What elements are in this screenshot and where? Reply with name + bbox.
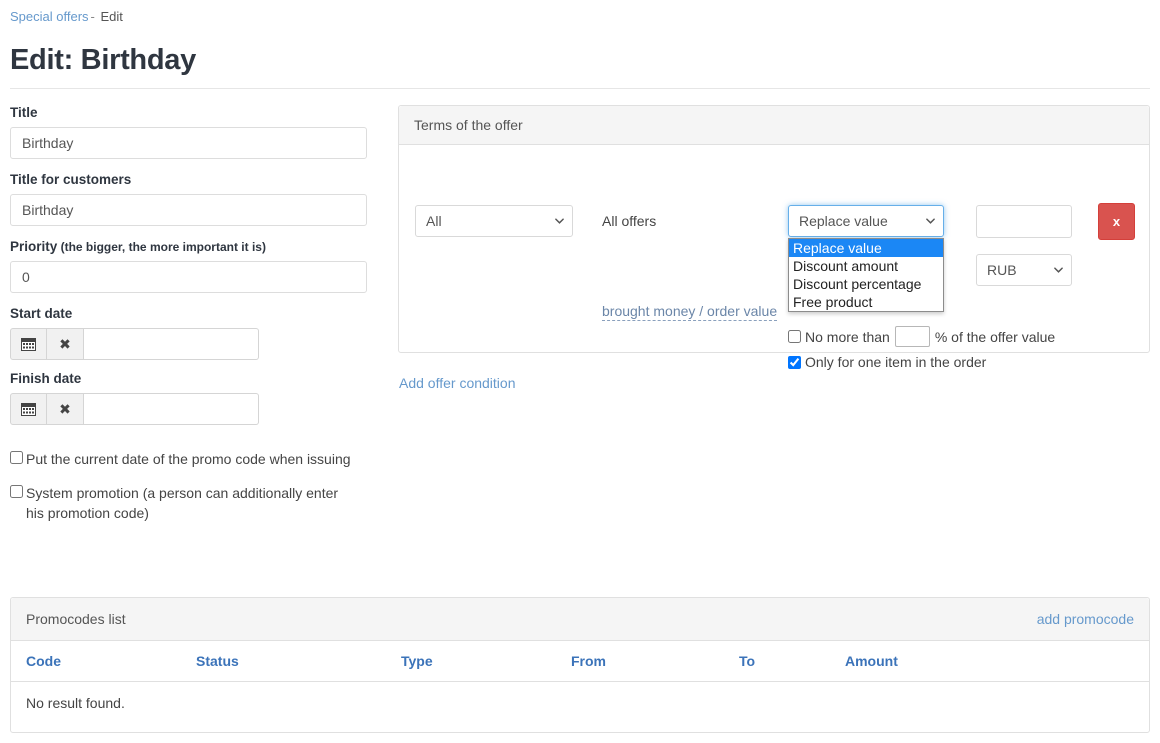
column-header-from[interactable]: From bbox=[571, 641, 739, 682]
scope-select-wrap: All bbox=[415, 205, 573, 237]
field-start-date: Start date ✖ bbox=[10, 306, 370, 360]
column-header-amount[interactable]: Amount bbox=[845, 641, 1045, 682]
priority-hint: (the bigger, the more important it is) bbox=[57, 240, 266, 254]
currency-select[interactable]: RUB bbox=[976, 254, 1072, 286]
offer-value-input[interactable] bbox=[976, 205, 1072, 238]
column-header-actions bbox=[1045, 641, 1149, 682]
start-date-input[interactable] bbox=[84, 328, 259, 360]
priority-input[interactable] bbox=[10, 261, 367, 293]
terms-of-offer-panel: Terms of the offer All All offers brough… bbox=[398, 105, 1150, 370]
breadcrumb-current: Edit bbox=[100, 9, 123, 24]
title-label: Title bbox=[10, 105, 38, 120]
current-date-checkbox[interactable] bbox=[10, 451, 23, 464]
add-promocode-link[interactable]: add promocode bbox=[1037, 611, 1134, 627]
add-offer-condition-link[interactable]: Add offer condition bbox=[399, 375, 516, 391]
breadcrumb: Special offers - Edit bbox=[10, 9, 123, 24]
only-one-item-label: Only for one item in the order bbox=[805, 354, 987, 370]
checkbox-row-current-date: Put the current date of the promo code w… bbox=[10, 449, 370, 469]
field-priority: Priority (the bigger, the more important… bbox=[10, 239, 370, 293]
column-header-status[interactable]: Status bbox=[196, 641, 401, 682]
option-item[interactable]: Free product bbox=[789, 293, 943, 311]
offer-form: Title Title for customers Priority (the … bbox=[10, 105, 370, 523]
option-item[interactable]: Discount amount bbox=[789, 257, 943, 275]
currency-select-wrap: RUB bbox=[976, 254, 1072, 286]
option-item[interactable]: Discount percentage bbox=[789, 275, 943, 293]
clear-finish-date-icon[interactable]: ✖ bbox=[47, 393, 84, 425]
priority-label: Priority (the bigger, the more important… bbox=[10, 239, 370, 255]
promocodes-header-row: Code Status Type From To Amount bbox=[11, 641, 1149, 682]
field-title: Title bbox=[10, 105, 370, 159]
terms-panel-heading: Terms of the offer bbox=[399, 106, 1149, 145]
title-for-customers-input[interactable] bbox=[10, 194, 367, 226]
checkbox-row-system-promotion: System promotion (a person can additiona… bbox=[10, 483, 370, 523]
no-more-than-prefix: No more than bbox=[805, 328, 890, 345]
no-more-than-checkbox[interactable] bbox=[788, 330, 801, 343]
finish-date-group: ✖ bbox=[10, 393, 370, 425]
remove-condition-button[interactable]: x bbox=[1098, 203, 1135, 240]
calendar-icon[interactable] bbox=[10, 328, 47, 360]
promocodes-heading: Promocodes list add promocode bbox=[11, 598, 1149, 641]
priority-label-text: Priority bbox=[10, 239, 58, 254]
promocodes-panel: Promocodes list add promocode Code Statu… bbox=[10, 597, 1150, 733]
only-one-item-row: Only for one item in the order bbox=[788, 354, 986, 370]
field-title-for-customers: Title for customers bbox=[10, 172, 370, 226]
terms-panel-body: All All offers brought money / order val… bbox=[399, 145, 1149, 370]
finish-date-label: Finish date bbox=[10, 371, 82, 386]
scope-text: All offers bbox=[602, 213, 657, 229]
finish-date-input[interactable] bbox=[84, 393, 259, 425]
scope-select[interactable]: All bbox=[415, 205, 573, 237]
no-more-than-row: No more than % of the offer value bbox=[788, 326, 1055, 347]
clear-start-date-icon[interactable]: ✖ bbox=[47, 328, 84, 360]
only-one-item-checkbox[interactable] bbox=[788, 355, 801, 369]
empty-message: No result found. bbox=[26, 695, 125, 711]
start-date-group: ✖ bbox=[10, 328, 370, 360]
column-header-code[interactable]: Code bbox=[11, 641, 196, 682]
no-more-than-input[interactable] bbox=[894, 326, 930, 347]
no-more-than-suffix: % of the offer value bbox=[934, 328, 1056, 345]
option-item[interactable]: Replace value bbox=[789, 239, 943, 257]
breadcrumb-separator: - bbox=[90, 9, 95, 24]
offer-type-select-wrap: Replace value Replace value Discount amou… bbox=[788, 205, 944, 312]
start-date-label: Start date bbox=[10, 306, 73, 321]
offer-type-select[interactable]: Replace value bbox=[788, 205, 944, 237]
title-divider bbox=[10, 88, 1150, 89]
promocodes-table-body: No result found. bbox=[11, 682, 1149, 725]
promocodes-title: Promocodes list bbox=[26, 611, 126, 627]
page-root: Special offers - Edit Edit: Birthday Titl… bbox=[0, 0, 1160, 743]
system-promotion-checkbox[interactable] bbox=[10, 485, 23, 498]
column-header-type[interactable]: Type bbox=[401, 641, 571, 682]
title-input[interactable] bbox=[10, 127, 367, 159]
calendar-icon[interactable] bbox=[10, 393, 47, 425]
system-promotion-label[interactable]: System promotion (a person can additiona… bbox=[26, 483, 351, 523]
offer-type-option-list[interactable]: Replace value Discount amount Discount per… bbox=[788, 238, 944, 312]
current-date-label[interactable]: Put the current date of the promo code w… bbox=[26, 449, 351, 469]
brought-money-order-value-link[interactable]: brought money / order value bbox=[602, 303, 778, 321]
page-title: Edit: Birthday bbox=[10, 44, 196, 76]
field-finish-date: Finish date ✖ bbox=[10, 371, 370, 425]
column-header-to[interactable]: To bbox=[739, 641, 845, 682]
title-for-customers-label: Title for customers bbox=[10, 172, 132, 187]
promocodes-table: Code Status Type From To Amount No resul… bbox=[11, 641, 1149, 724]
breadcrumb-link-special-offers[interactable]: Special offers bbox=[10, 9, 89, 24]
table-row-empty: No result found. bbox=[11, 682, 1149, 725]
